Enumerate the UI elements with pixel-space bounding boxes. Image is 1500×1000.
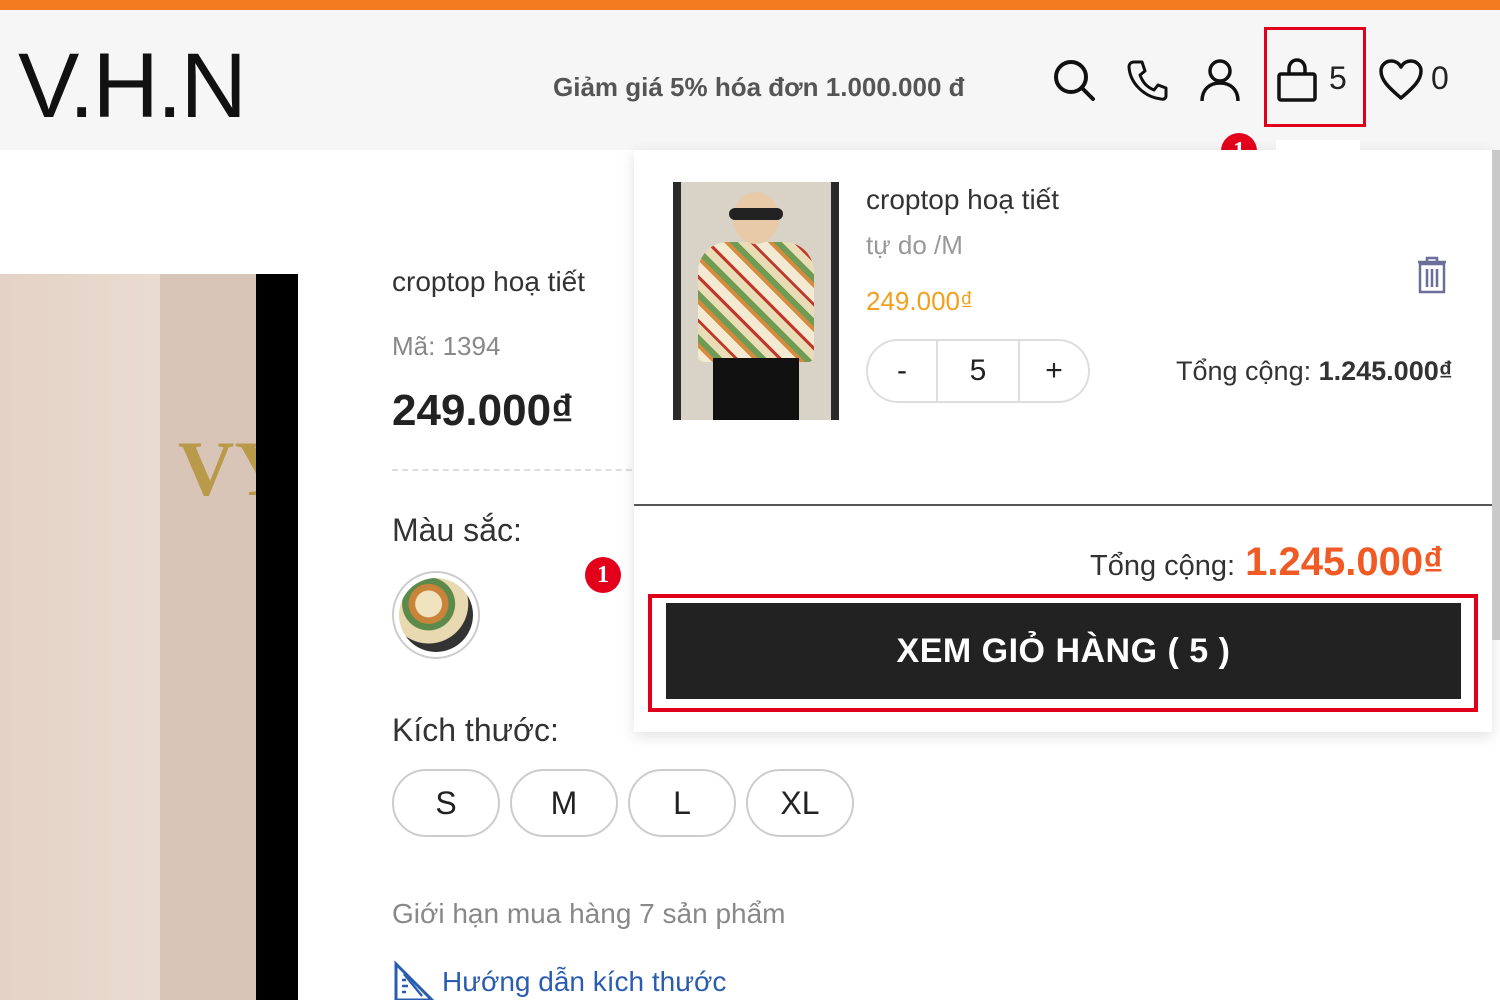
product-code: Mã: 1394 [392, 331, 501, 361]
quantity-input[interactable]: 5 [936, 341, 1020, 401]
user-icon[interactable] [1195, 55, 1245, 105]
trash-icon[interactable] [1410, 252, 1454, 296]
image-wall-panel [160, 274, 260, 1000]
search-icon[interactable] [1049, 55, 1099, 105]
product-price: 249.000₫ [392, 386, 574, 435]
site-logo[interactable]: V.H.N [18, 40, 247, 132]
thumb-shirt [698, 242, 814, 362]
product-image[interactable]: VY [0, 274, 298, 1000]
size-option-xl[interactable]: XL [746, 769, 854, 837]
line-total-label: Tổng cộng: [1176, 356, 1312, 386]
size-guide-label: Hướng dẫn kích thước [442, 966, 727, 997]
cart-item-name[interactable]: croptop hoạ tiết [866, 184, 1059, 216]
swatch-image [399, 578, 473, 652]
grand-total-amount: 1.245.000₫ [1245, 540, 1444, 584]
thumb-bg-left [673, 182, 681, 420]
page: V.H.N Giảm giá 5% hóa đơn 1.000.000 đ 5 … [0, 0, 1500, 1000]
dropdown-notch [1276, 140, 1360, 152]
thumb-glasses [729, 208, 783, 220]
increase-qty-button[interactable]: + [1020, 341, 1088, 401]
image-dark-strip [256, 274, 298, 1000]
scrollbar[interactable] [1492, 150, 1500, 640]
thumb-pants [713, 358, 799, 420]
grand-total: Tổng cộng: 1.245.000₫ [1090, 540, 1444, 585]
view-cart-button[interactable]: XEM GIỎ HÀNG ( 5 ) [666, 603, 1461, 699]
cart-item-price: 249.000₫ [866, 286, 974, 316]
size-option-l[interactable]: L [628, 769, 736, 837]
heart-icon[interactable] [1376, 55, 1426, 105]
line-total-amount: 1.245.000₫ [1318, 356, 1453, 386]
phone-icon[interactable] [1122, 55, 1172, 105]
cart-item-thumbnail[interactable] [673, 182, 839, 420]
divider [392, 469, 642, 471]
dropdown-divider [634, 504, 1492, 506]
product-title: croptop hoạ tiết [392, 266, 586, 297]
cart-count[interactable]: 5 [1329, 60, 1347, 97]
thumb-bg-right [831, 182, 839, 420]
wishlist-count[interactable]: 0 [1431, 60, 1449, 97]
step-marker: 1 [585, 557, 621, 593]
color-swatch[interactable] [392, 571, 480, 659]
cart-icon[interactable] [1272, 55, 1322, 105]
size-guide-link[interactable]: Hướng dẫn kích thước [392, 960, 726, 1000]
color-label: Màu sắc: [392, 512, 522, 548]
grand-total-label: Tổng cộng: [1090, 550, 1236, 582]
size-option-s[interactable]: S [392, 769, 500, 837]
line-total: Tổng cộng: 1.245.000₫ [1176, 356, 1453, 387]
decrease-qty-button[interactable]: - [868, 341, 936, 401]
cart-item-variant: tự do /M [866, 230, 963, 260]
ruler-icon [394, 960, 435, 1000]
promo-text: Giảm giá 5% hóa đơn 1.000.000 đ [553, 72, 965, 102]
size-option-m[interactable]: M [510, 769, 618, 837]
purchase-limit-text: Giới hạn mua hàng 7 sản phẩm [392, 898, 786, 929]
size-label: Kích thước: [392, 712, 559, 748]
quantity-stepper: - 5 + [866, 339, 1090, 403]
top-accent-bar [0, 0, 1500, 10]
